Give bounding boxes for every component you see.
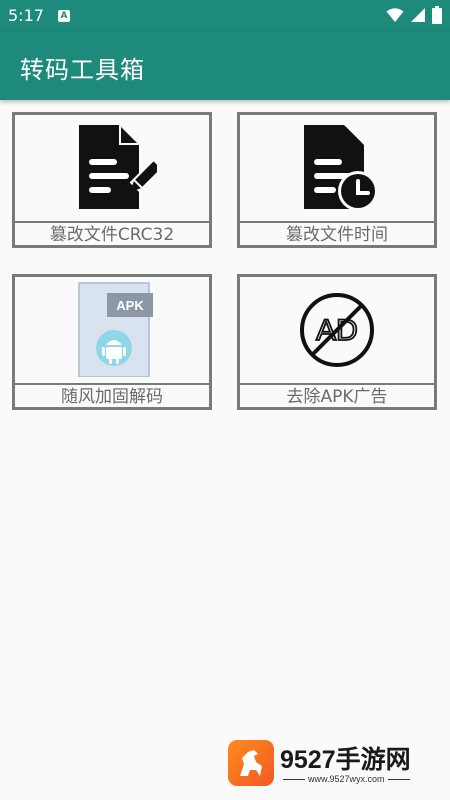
file-clock-icon [304, 125, 378, 211]
tile-tamper-file-time[interactable]: 篡改文件时间 [237, 112, 437, 248]
tile-icon-area: AD [240, 277, 434, 385]
horse-logo-icon [228, 740, 274, 786]
watermark-name: 9527手游网 [280, 746, 411, 774]
apk-badge-text: APK [116, 298, 144, 313]
tile-icon-area: APK [15, 277, 209, 385]
site-watermark: 9527手游网 www.9527wyx.com [228, 740, 428, 790]
notification-icon: A [58, 10, 70, 22]
tile-apk-decode[interactable]: APK 随风加固解码 [12, 274, 212, 410]
tile-icon-area [15, 115, 209, 223]
tile-icon-area [240, 115, 434, 223]
tile-label: 去除APK广告 [286, 387, 388, 407]
watermark-url: www.9527wyx.com [280, 774, 413, 784]
status-bar: 5:17 A [0, 0, 450, 32]
file-edit-icon [79, 125, 157, 209]
tile-remove-apk-ads[interactable]: AD 去除APK广告 [237, 274, 437, 410]
status-time: 5:17 [8, 6, 44, 25]
battery-icon [432, 6, 442, 24]
tile-tamper-crc32[interactable]: 篡改文件CRC32 [12, 112, 212, 248]
status-icons [386, 6, 442, 24]
tile-label: 随风加固解码 [61, 387, 163, 407]
tile-label: 篡改文件时间 [286, 225, 388, 245]
apk-file-icon: APK [78, 282, 153, 377]
app-title: 转码工具箱 [20, 56, 145, 84]
watermark-url-text: www.9527wyx.com [308, 774, 385, 784]
app-bar: 转码工具箱 [0, 32, 450, 100]
signal-icon [411, 8, 425, 22]
wifi-icon [386, 8, 404, 22]
no-ad-icon: AD [300, 293, 374, 367]
tile-label: 篡改文件CRC32 [49, 225, 175, 245]
